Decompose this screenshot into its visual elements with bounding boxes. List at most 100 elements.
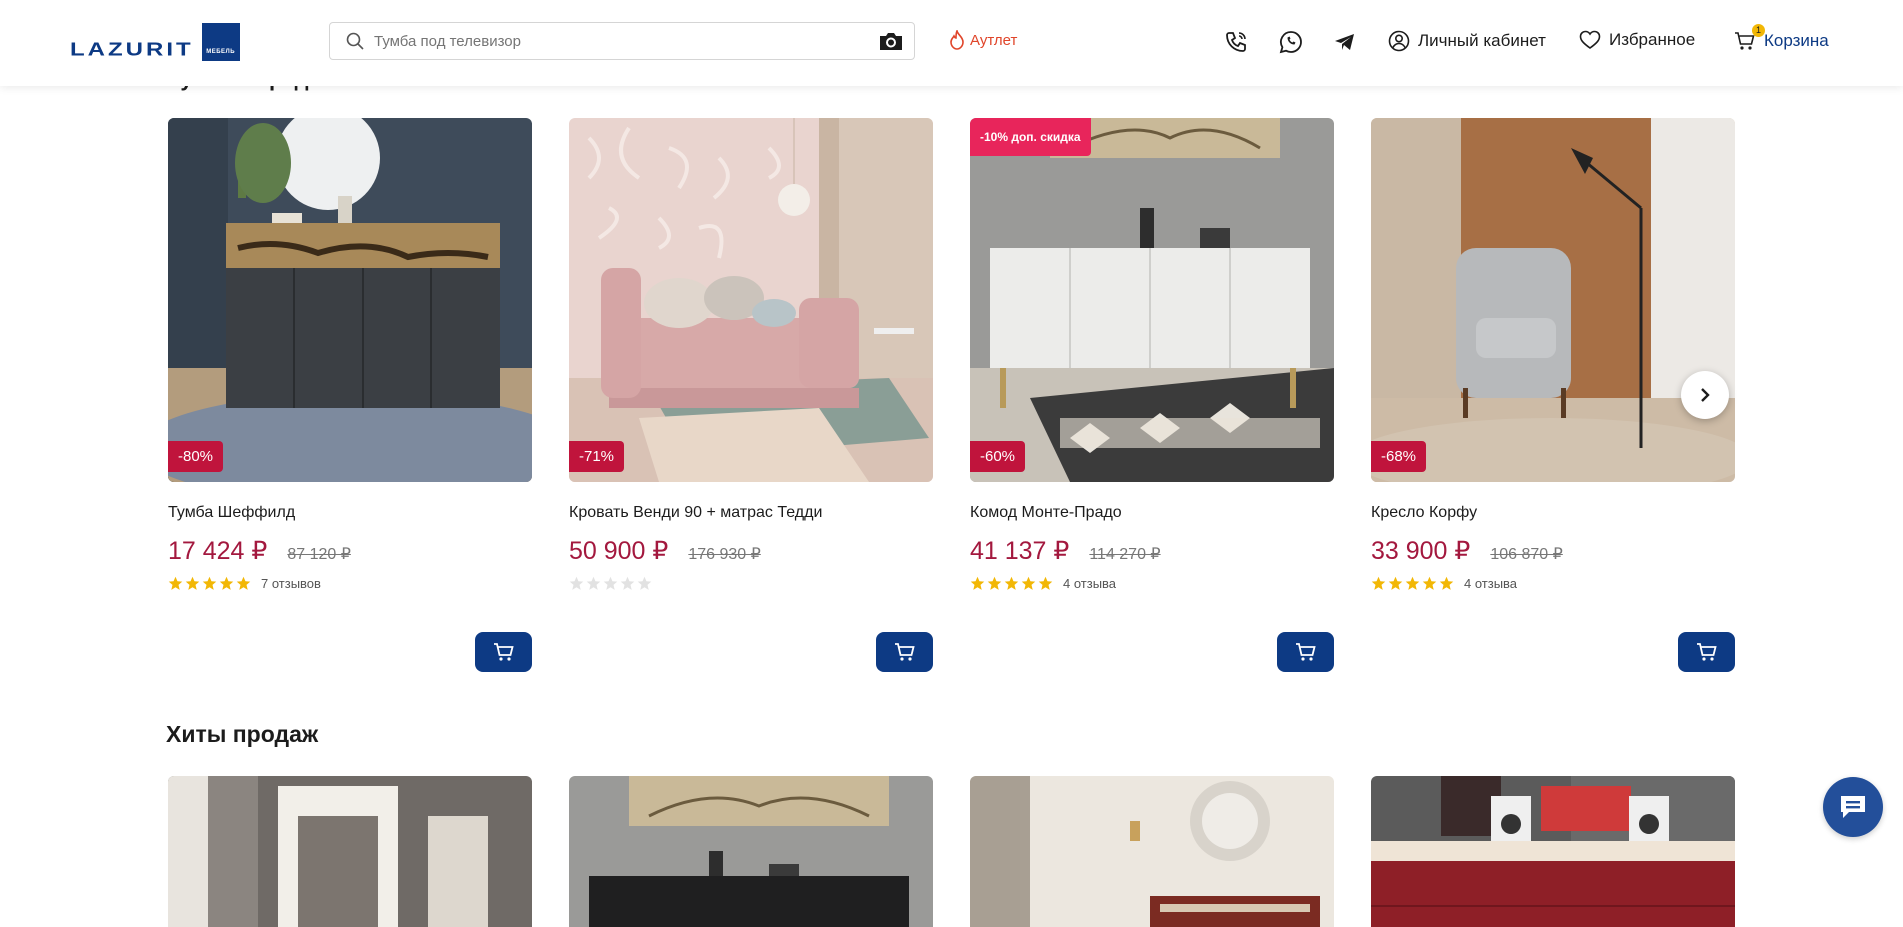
star-rating <box>569 576 652 591</box>
chevron-right-icon <box>1701 388 1710 402</box>
star-rating <box>168 576 251 591</box>
add-to-cart-button[interactable] <box>475 632 532 672</box>
add-to-cart-button[interactable] <box>1277 632 1334 672</box>
old-price: 106 870 ₽ <box>1490 546 1563 563</box>
reviews-count[interactable]: 7 отзывов <box>261 576 321 591</box>
rating: 7 отзывов <box>168 576 532 591</box>
product-image[interactable]: -68% <box>1371 118 1735 482</box>
cart-icon <box>1696 643 1717 661</box>
hit-product-image[interactable] <box>168 776 532 927</box>
logo-text: LAZURIT <box>70 39 194 61</box>
favorites-link[interactable]: Избранное <box>1579 30 1695 50</box>
discount-badge: -71% <box>569 441 625 472</box>
reviews-count[interactable]: 4 отзыва <box>1464 576 1517 591</box>
price: 50 900 ₽ <box>569 537 669 565</box>
star-icon <box>586 576 601 590</box>
reviews-count[interactable]: 4 отзыва <box>1063 576 1116 591</box>
discount-badge: -80% <box>168 441 224 472</box>
product-card[interactable]: -10% доп. скидка -60% Комод Монте-Прадо … <box>970 118 1334 672</box>
star-icon <box>1371 576 1386 590</box>
rating: 4 отзыва <box>1371 576 1735 591</box>
star-icon <box>569 576 584 590</box>
page: LAZURIT МЕБЕЛЬ Аутлет <box>0 0 1903 927</box>
discount-badge: -68% <box>1371 441 1427 472</box>
discount-badge: -60% <box>970 441 1026 472</box>
product-title[interactable]: Кресло Корфу <box>1371 504 1735 522</box>
add-to-cart-button[interactable] <box>1678 632 1735 672</box>
cart-icon <box>894 643 915 661</box>
product-image[interactable]: -10% доп. скидка -60% <box>970 118 1334 482</box>
old-price: 87 120 ₽ <box>287 546 351 563</box>
phone-icon[interactable] <box>1224 30 1248 54</box>
chat-button[interactable] <box>1823 777 1883 837</box>
price: 41 137 ₽ <box>970 537 1070 565</box>
star-icon <box>1038 576 1053 590</box>
heart-icon <box>1579 30 1601 49</box>
outlet-label: Аутлет <box>970 31 1018 49</box>
price-row: 17 424 ₽ 87 120 ₽ <box>168 536 532 566</box>
extra-discount-badge: -10% доп. скидка <box>970 118 1091 156</box>
rating: 4 отзыва <box>970 576 1334 591</box>
product-card[interactable]: -71% Кровать Венди 90 + матрас Тедди 50 … <box>569 118 933 672</box>
star-rating <box>970 576 1053 591</box>
site-header: LAZURIT МЕБЕЛЬ Аутлет <box>0 0 1903 86</box>
star-icon <box>236 576 251 590</box>
star-icon <box>1422 576 1437 590</box>
carousel-next-button[interactable] <box>1681 371 1729 419</box>
star-icon <box>202 576 217 590</box>
favorites-label: Избранное <box>1609 30 1696 49</box>
cart-link[interactable]: 1 Корзина <box>1734 24 1829 52</box>
star-icon <box>1405 576 1420 590</box>
product-card[interactable]: -80% Тумба Шеффилд 17 424 ₽ 87 120 ₽ 7 о… <box>168 118 532 672</box>
price-row: 50 900 ₽ 176 930 ₽ <box>569 536 933 566</box>
telegram-icon[interactable] <box>1333 30 1357 54</box>
star-icon <box>637 576 652 590</box>
chat-icon <box>1841 796 1865 818</box>
star-icon <box>219 576 234 590</box>
section-title-hits: Хиты продаж <box>166 721 319 747</box>
star-icon <box>1388 576 1403 590</box>
star-icon <box>970 576 985 590</box>
hit-product-image[interactable] <box>569 776 933 927</box>
search-icon[interactable] <box>346 32 364 50</box>
search-bar <box>329 22 915 60</box>
rating <box>569 576 933 591</box>
price-row: 41 137 ₽ 114 270 ₽ <box>970 536 1334 566</box>
star-icon <box>987 576 1002 590</box>
account-link[interactable]: Личный кабинет <box>1388 30 1546 52</box>
logo-box: МЕБЕЛЬ <box>201 23 240 61</box>
cart-count-badge: 1 <box>1752 24 1765 37</box>
product-title[interactable]: Тумба Шеффилд <box>168 504 532 522</box>
logo-sub: МЕБЕЛЬ <box>206 49 236 55</box>
cart-icon <box>1295 643 1316 661</box>
user-icon <box>1388 30 1410 52</box>
star-icon <box>603 576 618 590</box>
star-icon <box>168 576 183 590</box>
product-title[interactable]: Кровать Венди 90 + матрас Тедди <box>569 504 933 522</box>
outlet-link[interactable]: Аутлет <box>948 30 1017 50</box>
product-image[interactable]: -71% <box>569 118 933 482</box>
cart-icon <box>493 643 514 661</box>
flame-icon <box>950 30 964 50</box>
old-price: 114 270 ₽ <box>1089 546 1161 563</box>
whatsapp-icon[interactable] <box>1279 30 1303 54</box>
add-to-cart-button[interactable] <box>876 632 933 672</box>
logo[interactable]: LAZURIT МЕБЕЛЬ <box>70 21 240 61</box>
star-icon <box>1021 576 1036 590</box>
product-title[interactable]: Комод Монте-Прадо <box>970 504 1334 522</box>
hit-product-image[interactable] <box>970 776 1334 927</box>
search-input[interactable] <box>374 32 878 50</box>
product-card[interactable]: -68% Кресло Корфу 33 900 ₽ 106 870 ₽ 4 о… <box>1371 118 1735 672</box>
star-icon <box>1004 576 1019 590</box>
price: 17 424 ₽ <box>168 537 268 565</box>
star-rating <box>1371 576 1454 591</box>
cart-label: Корзина <box>1764 31 1829 50</box>
camera-icon[interactable] <box>878 30 904 52</box>
star-icon <box>1439 576 1454 590</box>
old-price: 176 930 ₽ <box>688 546 761 563</box>
star-icon <box>620 576 635 590</box>
price: 33 900 ₽ <box>1371 537 1471 565</box>
hit-product-image[interactable] <box>1371 776 1735 927</box>
price-row: 33 900 ₽ 106 870 ₽ <box>1371 536 1735 566</box>
product-image[interactable]: -80% <box>168 118 532 482</box>
